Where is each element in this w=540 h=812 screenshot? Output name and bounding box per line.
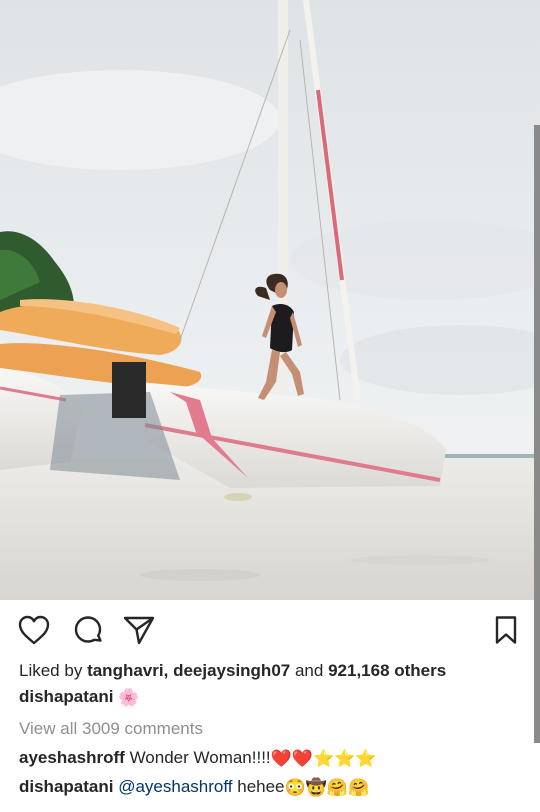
liked-by-user-2[interactable]: deejaysingh07	[173, 661, 290, 680]
post-action-bar	[0, 600, 540, 658]
likes-separator: ,	[163, 661, 169, 680]
likes-count[interactable]: 921,168 others	[328, 661, 446, 680]
comment-text: hehee	[237, 777, 285, 796]
comment-text: Wonder Woman!!!!	[129, 748, 271, 767]
comment-button[interactable]	[71, 614, 105, 646]
caption-line: dishapatani 🌸	[19, 684, 519, 712]
caption-username[interactable]: dishapatani	[19, 687, 113, 706]
paper-plane-icon	[123, 616, 155, 645]
view-all-comments-link[interactable]: View all 3009 comments	[19, 716, 519, 745]
speech-bubble-icon	[74, 616, 102, 643]
like-button[interactable]	[17, 614, 51, 646]
comment-emojis: ❤️❤️⭐⭐⭐	[270, 748, 377, 768]
comment-item: ayeshashroff Wonder Woman!!!!❤️❤️⭐⭐⭐	[19, 745, 519, 774]
liked-by-user-1[interactable]: tanghavri	[87, 661, 164, 680]
cherry-blossom-emoji: 🌸	[118, 687, 140, 707]
heart-outline-icon	[18, 615, 50, 645]
comment-mention[interactable]: @ayeshashroff	[118, 777, 232, 796]
liked-by-prefix: Liked by	[19, 661, 83, 680]
post-meta: Liked by tanghavri, deejaysingh07 and 92…	[19, 658, 519, 803]
comment-emojis: 😳🤠🤗🤗	[284, 777, 370, 797]
share-button[interactable]	[122, 614, 156, 646]
bookmark-icon	[495, 616, 517, 644]
beach-catamaran-image	[0, 0, 540, 600]
save-button[interactable]	[492, 614, 520, 646]
comment-item: dishapatani @ayeshashroff hehee😳🤠🤗🤗	[19, 774, 519, 803]
likes-line: Liked by tanghavri, deejaysingh07 and 92…	[19, 658, 519, 684]
likes-and: and	[294, 661, 324, 680]
post-photo[interactable]	[0, 0, 540, 600]
comment-username[interactable]: ayeshashroff	[19, 748, 125, 767]
comment-username[interactable]: dishapatani	[19, 777, 113, 796]
